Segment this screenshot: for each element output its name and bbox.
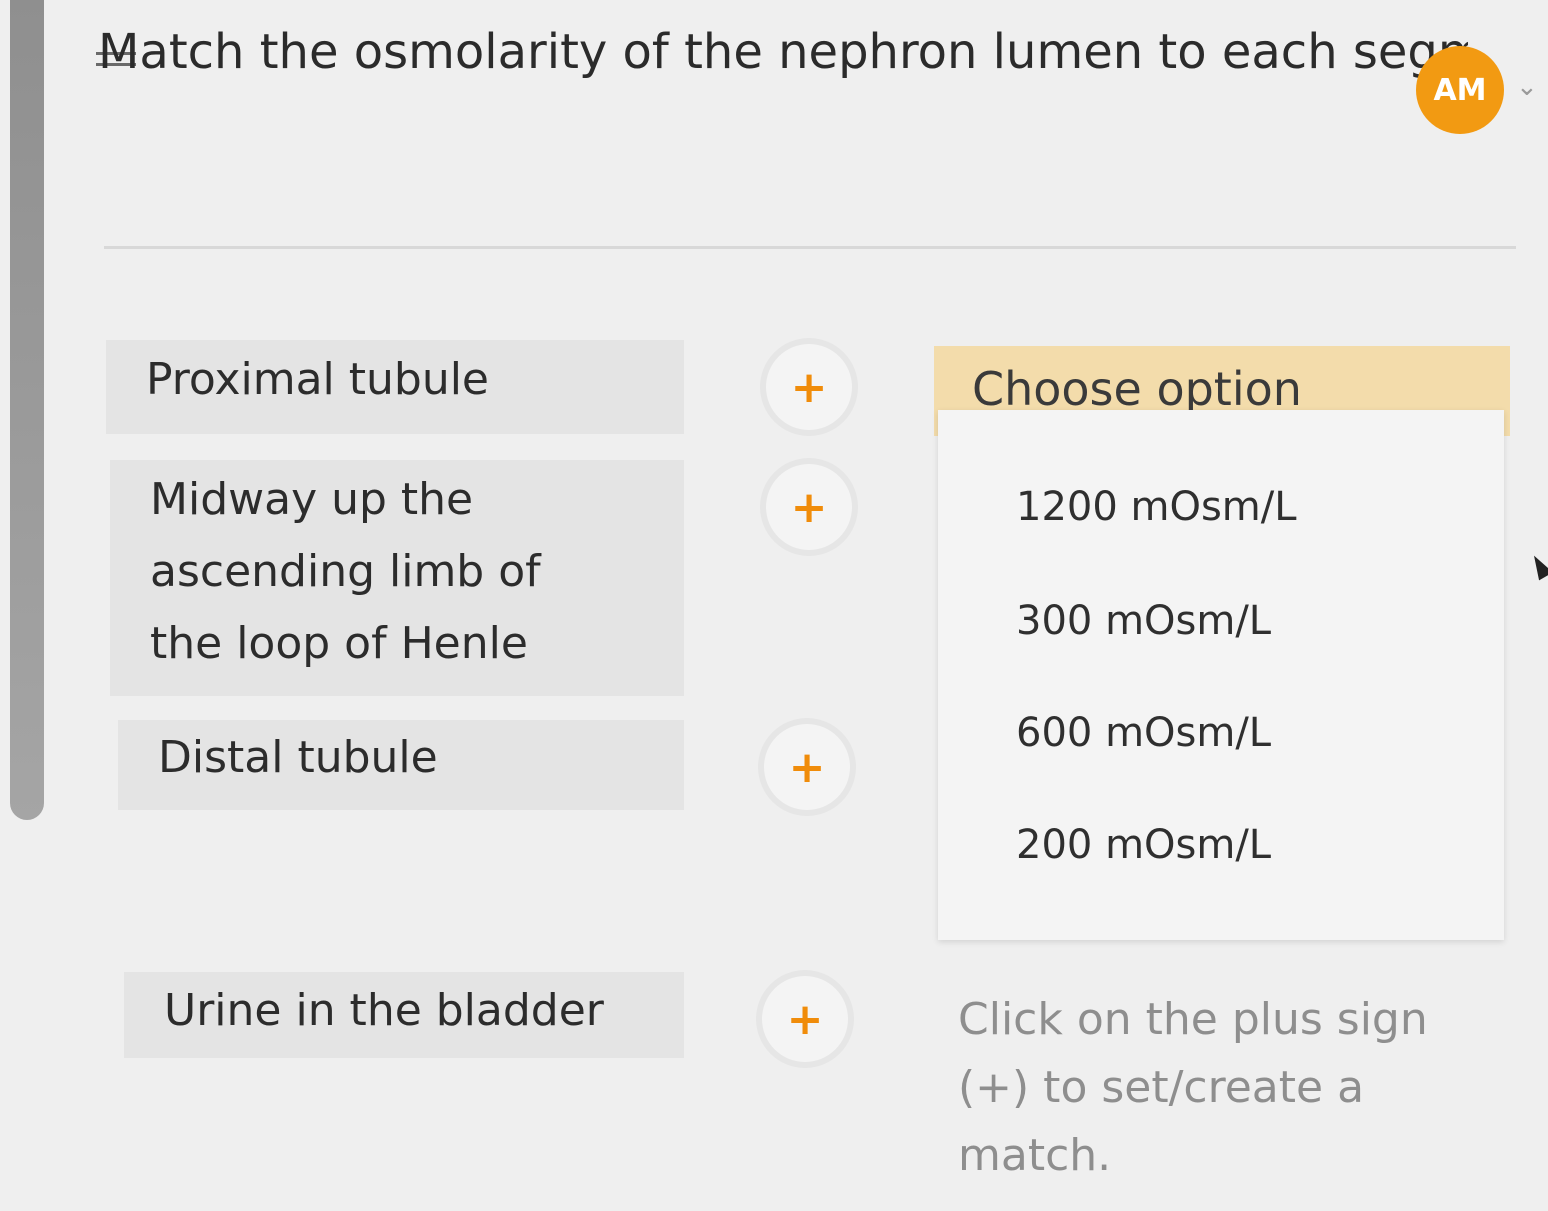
add-match-button-proximal[interactable]: +	[766, 344, 852, 430]
add-match-button-urine[interactable]: +	[762, 976, 848, 1062]
term-distal-tubule: Distal tubule	[118, 720, 684, 810]
term-ascending-limb: Midway up the ascending limb of the loop…	[110, 460, 684, 696]
page-scrollbar[interactable]	[10, 0, 44, 820]
option-600[interactable]: 600 mOsm/L	[1016, 710, 1271, 756]
option-300[interactable]: 300 mOsm/L	[1016, 598, 1271, 644]
term-proximal-tubule: Proximal tubule	[106, 340, 684, 434]
mouse-cursor-icon	[1527, 551, 1548, 581]
term-urine-bladder: Urine in the bladder	[124, 972, 684, 1058]
user-avatar[interactable]: AM	[1416, 46, 1504, 134]
dropdown-options-list: 1200 mOsm/L 300 mOsm/L 600 mOsm/L 200 mO…	[938, 410, 1504, 940]
add-match-button-ascending[interactable]: +	[766, 464, 852, 550]
chevron-down-icon[interactable]: ⌄	[1516, 72, 1538, 102]
add-match-button-distal[interactable]: +	[764, 724, 850, 810]
option-1200[interactable]: 1200 mOsm/L	[1016, 484, 1297, 530]
divider	[104, 246, 1516, 249]
match-hint-text: Click on the plus sign (+) to set/create…	[958, 994, 1428, 1181]
question-text: Match the osmolarity of the nephron lume…	[98, 24, 1468, 80]
option-200[interactable]: 200 mOsm/L	[1016, 822, 1271, 868]
